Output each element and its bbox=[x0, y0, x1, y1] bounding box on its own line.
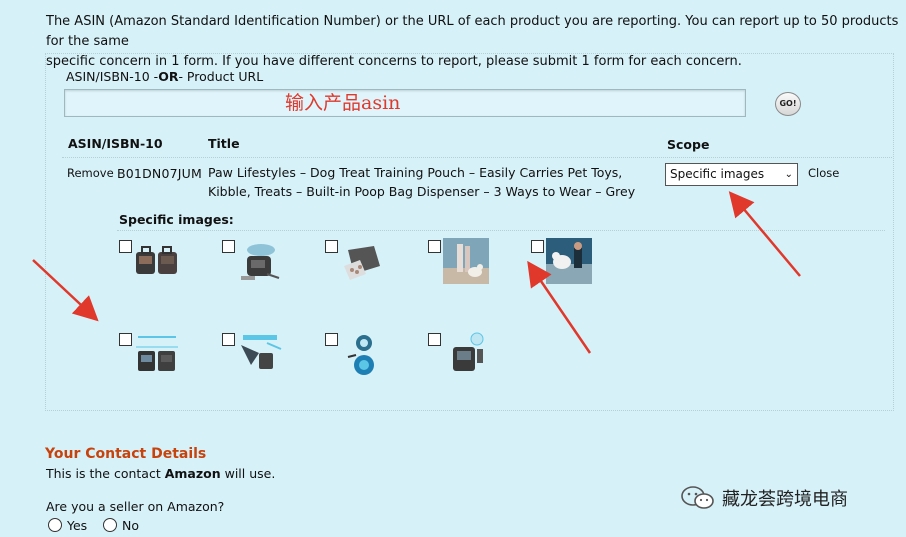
chevron-down-icon: ⌄ bbox=[784, 169, 793, 180]
image-checkbox-6[interactable] bbox=[119, 333, 132, 346]
radio-yes[interactable] bbox=[48, 518, 62, 532]
col-header-asin: ASIN/ISBN-10 bbox=[68, 136, 163, 151]
image-thumb-pouch-on-hip bbox=[241, 244, 280, 280]
radio-no-label: No bbox=[122, 518, 139, 533]
remove-link[interactable]: Remove bbox=[67, 166, 114, 180]
divider bbox=[117, 230, 885, 231]
wechat-icon bbox=[681, 486, 714, 509]
image-checkbox-5[interactable] bbox=[531, 240, 544, 253]
image-checkbox-3[interactable] bbox=[325, 240, 338, 253]
contact-subtext: This is the contact Amazon will use. bbox=[46, 466, 276, 481]
col-header-scope: Scope bbox=[667, 137, 710, 152]
image-thumb-pouch-open-kibble bbox=[344, 246, 380, 280]
image-checkbox-9[interactable] bbox=[428, 333, 441, 346]
image-thumb-pouch-front-back bbox=[136, 246, 177, 274]
asin-input[interactable]: 输入产品asin bbox=[64, 89, 746, 117]
specific-images-label: Specific images: bbox=[119, 212, 234, 227]
go-button[interactable]: GO! bbox=[775, 92, 801, 116]
radio-no[interactable] bbox=[103, 518, 117, 532]
scope-select[interactable]: Specific images ⌄ bbox=[665, 163, 798, 186]
product-title: Paw Lifestyles – Dog Treat Training Pouc… bbox=[208, 165, 636, 199]
image-thumb-dog-play-photo bbox=[546, 238, 592, 284]
image-checkbox-8[interactable] bbox=[325, 333, 338, 346]
image-checkbox-7[interactable] bbox=[222, 333, 235, 346]
image-thumb-pouch-dimensions bbox=[136, 336, 178, 371]
asin-field-label: ASIN/ISBN-10 -OR- Product URL bbox=[66, 69, 264, 84]
radio-yes-label: Yes bbox=[67, 518, 88, 533]
col-header-title: Title bbox=[208, 136, 240, 151]
image-thumb-pouch-features bbox=[241, 335, 282, 369]
close-link[interactable]: Close bbox=[808, 166, 839, 180]
image-thumb-pouch-detail-circles bbox=[347, 335, 374, 375]
image-checkbox-2[interactable] bbox=[222, 240, 235, 253]
watermark-text: 藏龙荟跨境电商 bbox=[722, 489, 848, 510]
image-thumb-pouch-belt-clip bbox=[453, 332, 484, 371]
image-checkbox-4[interactable] bbox=[428, 240, 441, 253]
image-thumb-dog-walk-photo bbox=[443, 238, 489, 284]
scope-selected-value: Specific images bbox=[670, 167, 765, 181]
contact-heading: Your Contact Details bbox=[45, 446, 207, 462]
image-checkbox-1[interactable] bbox=[119, 240, 132, 253]
asin-value: B01DN07JUM bbox=[117, 166, 202, 181]
intro-line-1: The ASIN (Amazon Standard Identification… bbox=[46, 14, 899, 49]
seller-question: Are you a seller on Amazon? bbox=[46, 499, 225, 514]
